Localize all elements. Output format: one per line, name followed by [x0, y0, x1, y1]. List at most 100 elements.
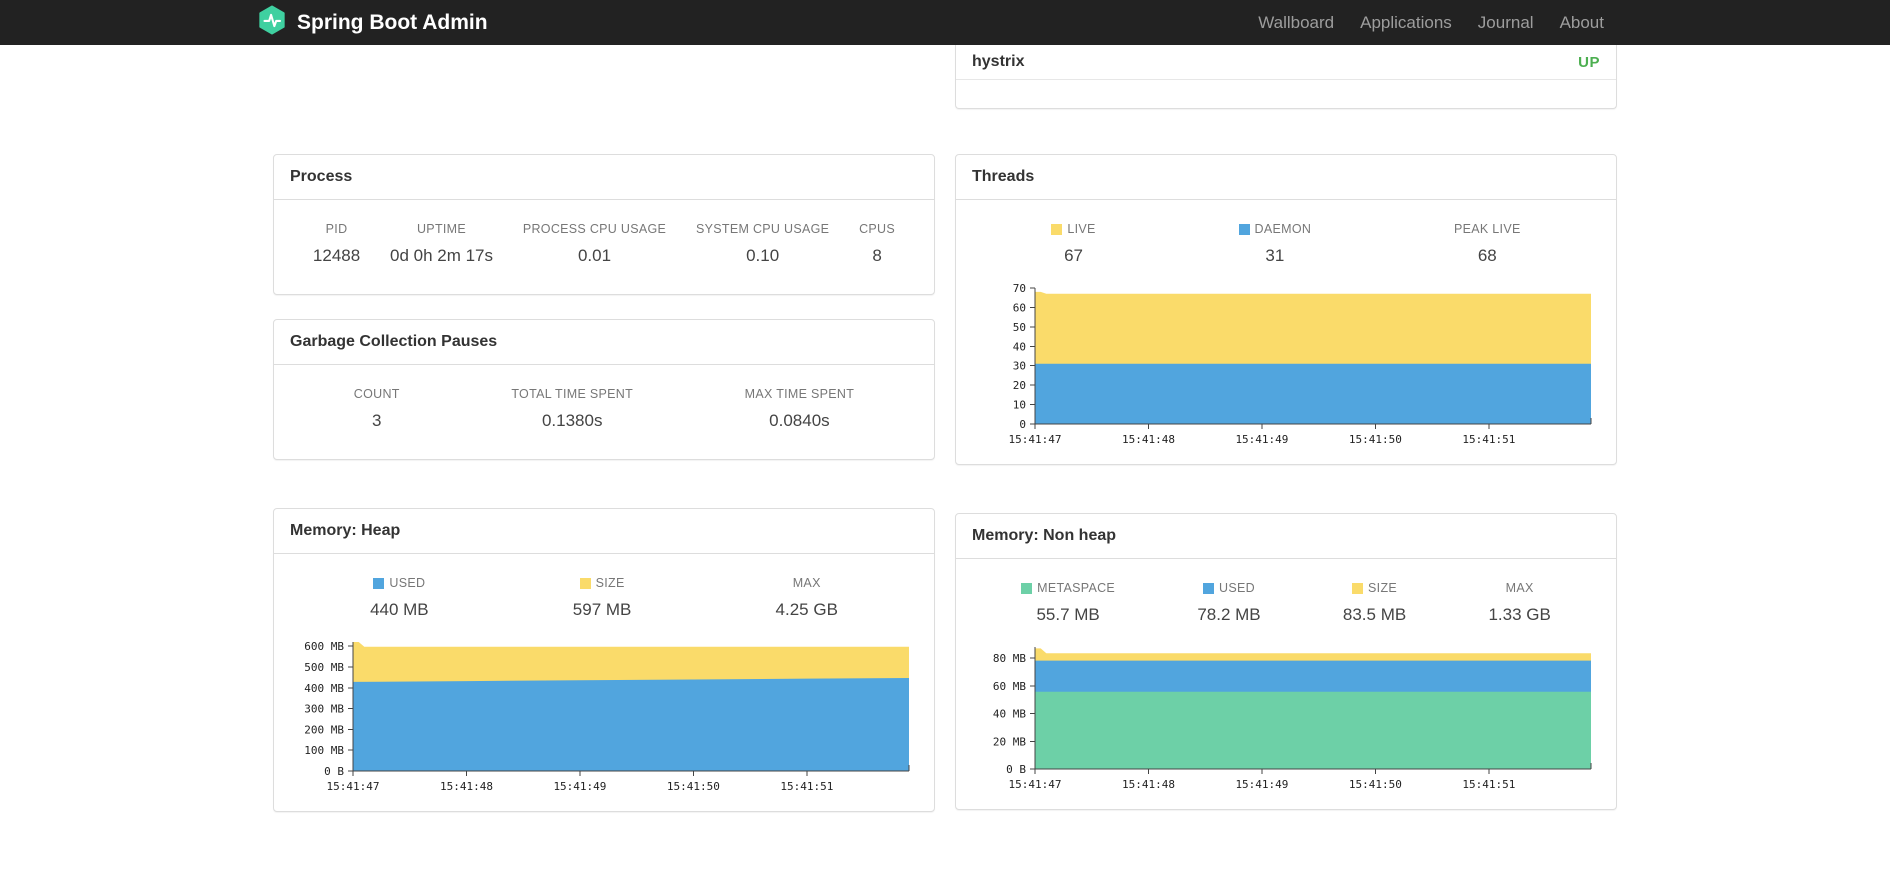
svg-text:500 MB: 500 MB	[304, 661, 344, 674]
svg-text:20: 20	[1013, 379, 1026, 392]
application-row[interactable]: hystrix UP	[956, 45, 1616, 80]
main-content: Process PID 12488 UPTIME 0d 0h 2m 17s PR…	[273, 45, 1617, 812]
stat-value: 31	[1265, 246, 1285, 265]
svg-text:15:41:50: 15:41:50	[1349, 433, 1402, 446]
stat-label: SYSTEM CPU USAGE	[695, 222, 830, 236]
svg-text:15:41:49: 15:41:49	[1235, 433, 1288, 446]
svg-text:40: 40	[1013, 340, 1026, 353]
svg-text:200 MB: 200 MB	[304, 723, 344, 736]
stat-system-cpu: SYSTEM CPU USAGE 0.10	[696, 222, 829, 266]
panel-title: Memory: Heap	[274, 509, 934, 554]
stat-label: SIZE	[573, 576, 632, 590]
svg-text:15:41:50: 15:41:50	[1349, 778, 1402, 791]
svg-text:15:41:48: 15:41:48	[1122, 433, 1175, 446]
memory-nonheap-panel: Memory: Non heap METASPACE 55.7 MB USED …	[955, 513, 1617, 810]
svg-text:60 MB: 60 MB	[993, 680, 1026, 693]
stat-threads-peak: PEAK LIVE 68	[1454, 222, 1521, 266]
legend-swatch-icon	[1021, 582, 1033, 594]
nav-item-applications[interactable]: Applications	[1347, 0, 1465, 45]
legend-swatch-icon	[373, 577, 385, 589]
svg-text:15:41:47: 15:41:47	[1009, 778, 1062, 791]
svg-text:0: 0	[1019, 418, 1026, 431]
svg-text:15:41:50: 15:41:50	[667, 780, 720, 793]
panel-title: Memory: Non heap	[956, 514, 1616, 559]
svg-text:15:41:48: 15:41:48	[440, 780, 493, 793]
stat-gc-max-time: MAX TIME SPENT 0.0840s	[745, 387, 855, 431]
svg-text:15:41:51: 15:41:51	[1462, 778, 1515, 791]
stat-value: 4.25 GB	[775, 600, 838, 619]
stat-value: 0.0840s	[769, 411, 830, 430]
svg-text:50: 50	[1013, 321, 1026, 334]
stat-gc-count: COUNT 3	[354, 387, 400, 431]
svg-text:15:41:47: 15:41:47	[327, 780, 380, 793]
heap-legend: USED 440 MB SIZE 597 MB MAX 4.25 GB	[274, 554, 934, 624]
stat-label: SIZE	[1343, 581, 1406, 595]
stat-label: MAX	[1505, 581, 1534, 595]
brand-link[interactable]: Spring Boot Admin	[257, 5, 488, 40]
stat-heap-used: USED 440 MB	[370, 576, 429, 620]
svg-text:15:41:48: 15:41:48	[1122, 778, 1175, 791]
stat-label: METASPACE	[1021, 581, 1115, 595]
stat-value: 78.2 MB	[1197, 605, 1261, 624]
process-panel: Process PID 12488 UPTIME 0d 0h 2m 17s PR…	[273, 154, 935, 295]
stat-label: PROCESS CPU USAGE	[522, 222, 667, 236]
memory-nonheap-chart: 0 B 20 MB 40 MB 60 MB 80 MB 15:41:47 15:41:48 1…	[956, 629, 1616, 809]
svg-text:15:41:51: 15:41:51	[780, 780, 833, 793]
application-name: hystrix	[972, 53, 1025, 70]
svg-text:100 MB: 100 MB	[304, 744, 344, 757]
stat-process-cpu: PROCESS CPU USAGE 0.01	[523, 222, 666, 266]
legend-swatch-icon	[1203, 582, 1215, 594]
stat-label: DAEMON	[1238, 222, 1312, 236]
stat-label: TOTAL TIME SPENT	[511, 387, 634, 401]
stat-label: LIVE	[1051, 222, 1095, 236]
navbar: Spring Boot Admin Wallboard Applications…	[0, 0, 1890, 45]
gc-panel: Garbage Collection Pauses COUNT 3 TOTAL …	[273, 319, 935, 460]
stat-label: USED	[1197, 581, 1260, 595]
applications-status-panel: hystrix UP	[955, 45, 1617, 109]
legend-swatch-icon	[1238, 223, 1250, 235]
nav-item-journal[interactable]: Journal	[1465, 0, 1547, 45]
threads-chart: 0 10 20 30 40 50 60 70 15:41:47 15:41:48 15:41:49 1…	[956, 270, 1616, 464]
panel-title: Threads	[956, 155, 1616, 200]
svg-text:0 B: 0 B	[1006, 763, 1026, 776]
svg-text:80 MB: 80 MB	[993, 652, 1026, 665]
memory-heap-panel: Memory: Heap USED 440 MB SIZE 597 MB MAX…	[273, 508, 935, 812]
right-column: hystrix UP Threads LIVE 67 DAEMON 31 PEA…	[955, 45, 1617, 810]
svg-text:70: 70	[1013, 282, 1026, 295]
legend-swatch-icon	[1352, 582, 1364, 594]
gc-stats: COUNT 3 TOTAL TIME SPENT 0.1380s MAX TIM…	[274, 365, 934, 459]
legend-swatch-icon	[1051, 223, 1063, 235]
left-column: Process PID 12488 UPTIME 0d 0h 2m 17s PR…	[273, 45, 935, 812]
stat-value: 83.5 MB	[1342, 605, 1407, 624]
nav-item-about[interactable]: About	[1547, 0, 1617, 45]
stat-label: MAX TIME SPENT	[744, 387, 855, 401]
svg-text:0 B: 0 B	[324, 765, 344, 778]
stat-value: 0.01	[577, 246, 612, 265]
stat-label: COUNT	[353, 387, 400, 401]
stat-label: PEAK LIVE	[1453, 222, 1521, 236]
stat-label: CPUS	[859, 222, 896, 236]
stat-value: 0.1380s	[541, 411, 603, 430]
nav-item-wallboard[interactable]: Wallboard	[1245, 0, 1347, 45]
threads-panel: Threads LIVE 67 DAEMON 31 PEAK LIVE 68 0…	[955, 154, 1617, 465]
panel-title: Process	[274, 155, 934, 200]
svg-text:15:41:49: 15:41:49	[1235, 778, 1288, 791]
stat-heap-max: MAX 4.25 GB	[776, 576, 838, 620]
stat-value: 440 MB	[370, 600, 429, 619]
status-badge: UP	[1578, 53, 1600, 71]
stat-metaspace: METASPACE 55.7 MB	[1021, 581, 1115, 625]
stat-threads-daemon: DAEMON 31	[1238, 222, 1312, 266]
threads-legend: LIVE 67 DAEMON 31 PEAK LIVE 68	[956, 200, 1616, 270]
stat-uptime: UPTIME 0d 0h 2m 17s	[390, 222, 493, 266]
stat-cpus: CPUS 8	[859, 222, 895, 266]
navbar-inner: Spring Boot Admin Wallboard Applications…	[259, 0, 1617, 45]
stat-value: 597 MB	[572, 600, 632, 619]
svg-text:30: 30	[1013, 360, 1026, 373]
stat-nonheap-used: USED 78.2 MB	[1197, 581, 1260, 625]
panel-padding	[956, 80, 1616, 108]
stat-label: UPTIME	[416, 222, 467, 236]
nonheap-legend: METASPACE 55.7 MB USED 78.2 MB SIZE 83.5…	[956, 559, 1616, 629]
process-stats: PID 12488 UPTIME 0d 0h 2m 17s PROCESS CP…	[274, 200, 934, 294]
stat-label: MAX	[792, 576, 821, 590]
